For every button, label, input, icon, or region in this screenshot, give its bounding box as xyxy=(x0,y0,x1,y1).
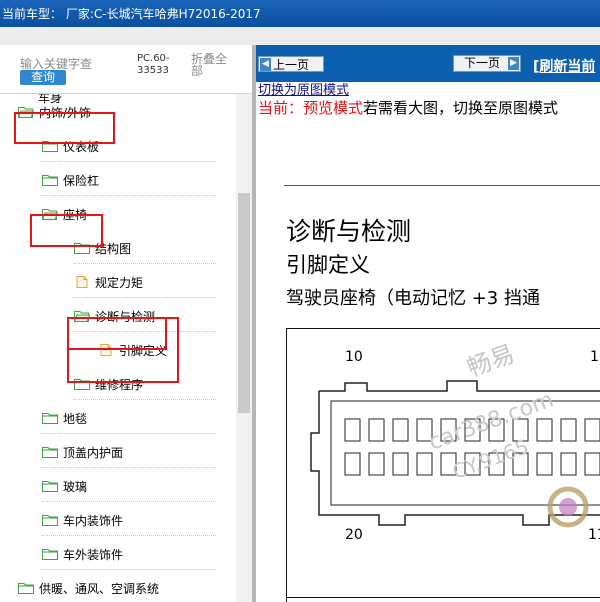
tree-item[interactable]: 供暖、通风、空调系统 xyxy=(18,573,216,602)
document-icon xyxy=(74,276,90,288)
tree-item-label: 供暖、通风、空调系统 xyxy=(39,581,160,596)
prev-page-label: 上一页 xyxy=(272,58,309,72)
nav-bar: ◀ 上一页 下一页 ▶ [刷新当前 xyxy=(256,45,600,82)
folder-icon xyxy=(42,548,58,560)
connector-pin xyxy=(344,418,361,442)
search-bar: 输入关键字查 查询 PC.60-33533 折叠全部 xyxy=(0,45,252,93)
prev-page-button[interactable]: ◀ 上一页 xyxy=(258,56,324,72)
connector-pin xyxy=(368,452,385,476)
collapse-all-button[interactable]: 折叠全部 xyxy=(191,53,231,77)
doc-heading: 诊断与检测 xyxy=(286,217,412,246)
tree-item-label: 保险杠 xyxy=(63,173,100,188)
folder-icon xyxy=(42,480,58,492)
connector-pin xyxy=(536,418,553,442)
title-bar: 当前车型： 厂家:C-长城汽车哈弗H72016-2017 xyxy=(0,0,600,27)
connector-pin xyxy=(584,452,600,476)
doc-caption: 驾驶员座椅（电动记忆 +3 挡通 xyxy=(286,288,540,309)
tree-item[interactable]: 车内装饰件 xyxy=(42,505,216,536)
document-preview: 诊断与检测 引脚定义 驾驶员座椅（电动记忆 +3 挡通 10 1 20 11 畅… xyxy=(256,117,600,602)
connector-pin xyxy=(584,418,600,442)
query-button[interactable]: 查询 xyxy=(20,70,66,85)
folder-icon xyxy=(42,174,58,186)
tree-item[interactable]: 保险杠 xyxy=(42,165,216,196)
refresh-label: 刷新当前 xyxy=(539,59,596,75)
connector-pin xyxy=(560,452,577,476)
vehicle-code: PC.60-33533 xyxy=(137,53,170,76)
connector-pin xyxy=(416,452,433,476)
title-text: 当前车型： 厂家:C-长城汽车哈弗H72016-2017 xyxy=(2,7,261,21)
connector-pin xyxy=(392,418,409,442)
left-panel: 输入关键字查 查询 PC.60-33533 折叠全部 车身 内饰/外饰 仪表板 保险… xyxy=(0,45,252,602)
document-rule xyxy=(284,185,600,186)
scrollbar-thumb[interactable] xyxy=(238,193,250,413)
selection-highlight xyxy=(14,112,115,144)
toolbar-gap xyxy=(0,27,600,45)
connector-pin xyxy=(560,418,577,442)
folder-icon xyxy=(42,412,58,424)
connector-pin xyxy=(392,452,409,476)
tree-item-label: 规定力矩 xyxy=(95,275,144,290)
connector-outline xyxy=(310,380,600,526)
tree-item[interactable]: 玻璃 xyxy=(42,471,216,502)
watermark-logo-icon xyxy=(547,486,589,528)
tree-item[interactable]: 车外装饰件 xyxy=(42,539,216,570)
doc-subheading: 引脚定义 xyxy=(286,253,370,277)
selection-highlight xyxy=(67,317,179,383)
next-page-label: 下一页 xyxy=(464,56,501,70)
tree-item-label: 车内装饰件 xyxy=(63,513,124,528)
mode-hint: 若需看大图，切换至原图模式 xyxy=(363,99,559,117)
selection-highlight xyxy=(30,214,103,247)
next-table xyxy=(286,597,600,602)
current-mode-label: 当前：预览模式 xyxy=(258,99,364,117)
folder-icon xyxy=(18,582,34,594)
switch-mode-link[interactable]: 切换为原图模式 xyxy=(258,79,349,98)
current-mode-line: 当前：预览模式若需看大图，切换至原图模式 xyxy=(258,97,558,118)
next-page-button[interactable]: 下一页 ▶ xyxy=(453,55,521,72)
refresh-link[interactable]: [刷新当前 xyxy=(533,56,595,76)
chevron-left-icon: ◀ xyxy=(260,58,271,71)
content-panel: ◀ 上一页 下一页 ▶ [刷新当前 切换为原图模式 当前：预览模式若需看大图，切… xyxy=(256,45,600,602)
tree-item[interactable]: 地毯 xyxy=(42,403,216,434)
connector-pin xyxy=(536,452,553,476)
connector-diagram: 10 1 20 11 xyxy=(286,328,600,602)
tree-item-label: 地毯 xyxy=(63,411,88,426)
folder-icon xyxy=(42,514,58,526)
connector-pin xyxy=(368,418,385,442)
folder-icon xyxy=(42,446,58,458)
tree-item-label: 车外装饰件 xyxy=(63,547,124,562)
tree-item-label: 顶盖内护面 xyxy=(63,445,124,460)
chevron-right-icon: ▶ xyxy=(508,57,519,70)
tree-item[interactable]: 顶盖内护面 xyxy=(42,437,216,468)
tree-item-label: 玻璃 xyxy=(63,479,88,494)
connector-pin xyxy=(344,452,361,476)
tree-view: 车身 内饰/外饰 仪表板 保险杠 座椅 结构图 规定力矩 诊断与检测 引脚定义 维修程序 地毯 顶盖… xyxy=(0,94,236,602)
tree-item[interactable]: 规定力矩 xyxy=(74,267,216,298)
